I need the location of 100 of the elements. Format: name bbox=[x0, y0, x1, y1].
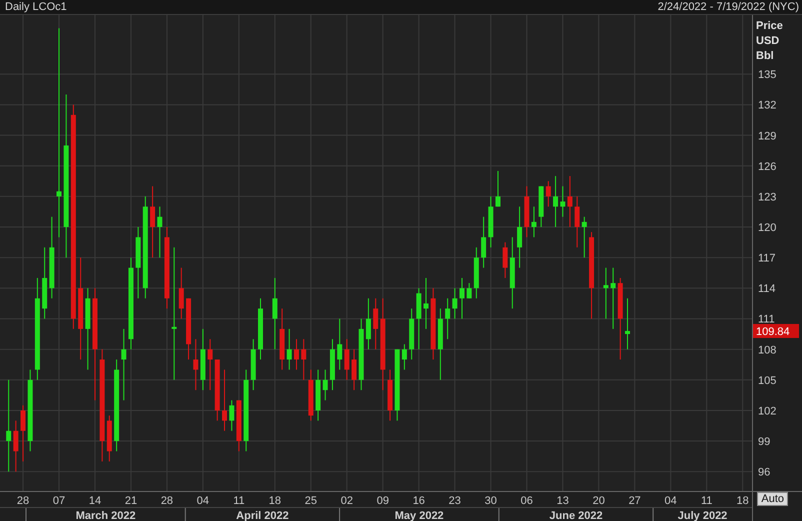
rising-candle bbox=[330, 338, 335, 391]
month-label: July 2022 bbox=[678, 510, 728, 521]
y-tick-label: 117 bbox=[758, 252, 776, 265]
date-range: 2/24/2022 - 7/19/2022 (NYC) bbox=[658, 0, 799, 14]
y-tick-label: 108 bbox=[758, 344, 776, 356]
falling-candle bbox=[222, 369, 228, 432]
falling-candle bbox=[524, 186, 530, 238]
last-price-tag: 109.84 bbox=[753, 324, 799, 338]
rising-candle bbox=[229, 400, 234, 432]
rising-candle bbox=[286, 328, 292, 370]
x-tick-label: 09 bbox=[376, 495, 389, 507]
y-tick-label: 129 bbox=[758, 130, 776, 142]
rising-candle bbox=[157, 206, 162, 258]
rising-candle bbox=[538, 186, 544, 228]
falling-candle bbox=[301, 338, 306, 380]
month-label: May 2022 bbox=[394, 510, 444, 521]
x-tick-label: 25 bbox=[304, 495, 317, 507]
x-tick-label: 18 bbox=[268, 495, 282, 507]
x-tick-label: 28 bbox=[160, 495, 174, 507]
x-tick-label: 23 bbox=[448, 495, 461, 507]
x-tick-label: 18 bbox=[736, 495, 749, 507]
rising-candle bbox=[560, 186, 566, 218]
x-tick-label: 02 bbox=[340, 495, 353, 507]
rising-candle bbox=[258, 298, 263, 360]
falling-candle bbox=[294, 338, 299, 370]
month-label: June 2022 bbox=[549, 510, 603, 521]
chart-title: Daily LCOc1 bbox=[5, 0, 67, 14]
rising-candle bbox=[474, 246, 479, 299]
falling-candle bbox=[13, 420, 18, 472]
x-tick-label: 04 bbox=[196, 495, 210, 507]
x-tick-label: 11 bbox=[700, 495, 712, 507]
rising-candle bbox=[200, 328, 206, 391]
falling-candle bbox=[574, 196, 580, 248]
y-tick-label: 105 bbox=[758, 374, 776, 387]
y-tick-label: 126 bbox=[758, 160, 776, 173]
falling-candle bbox=[344, 338, 350, 380]
auto-scale-button[interactable]: Auto bbox=[757, 492, 788, 506]
y-tick-label: 102 bbox=[758, 405, 776, 418]
falling-candle bbox=[388, 369, 393, 422]
rising-candle bbox=[625, 298, 630, 350]
axis-title: USD bbox=[756, 35, 780, 47]
falling-candle bbox=[178, 267, 184, 320]
y-tick-label: 123 bbox=[758, 191, 776, 204]
rising-candle bbox=[460, 277, 464, 320]
x-tick-label: 13 bbox=[556, 495, 569, 507]
y-tick-label: 135 bbox=[758, 69, 776, 82]
rising-candle bbox=[366, 298, 371, 350]
x-tick-label: 28 bbox=[16, 495, 30, 507]
y-tick-label: 99 bbox=[758, 436, 770, 448]
falling-candle bbox=[214, 359, 220, 422]
x-tick-label: 04 bbox=[664, 495, 677, 507]
rising-candle bbox=[517, 206, 522, 268]
x-tick-label: 20 bbox=[592, 495, 605, 507]
falling-candle bbox=[106, 415, 112, 462]
falling-candle bbox=[373, 298, 378, 350]
rising-candle bbox=[250, 338, 256, 391]
falling-candle bbox=[20, 404, 26, 462]
rising-candle bbox=[316, 369, 321, 422]
month-label: March 2022 bbox=[76, 510, 136, 521]
rising-candle bbox=[495, 170, 500, 208]
y-tick-label: 96 bbox=[758, 466, 770, 479]
falling-candle bbox=[186, 298, 192, 360]
falling-candle bbox=[546, 180, 551, 208]
month-label: April 2022 bbox=[236, 510, 289, 521]
x-tick-label: 11 bbox=[233, 495, 245, 507]
y-tick-label: 120 bbox=[758, 222, 776, 234]
axis-title: Bbl bbox=[756, 50, 774, 62]
rising-candle bbox=[481, 216, 486, 268]
x-tick-label: 21 bbox=[124, 495, 138, 507]
falling-candle bbox=[308, 369, 314, 422]
rising-candle bbox=[322, 369, 328, 401]
x-tick-label: 30 bbox=[484, 495, 497, 507]
falling-candle bbox=[567, 176, 572, 228]
x-tick-label: 07 bbox=[52, 495, 66, 507]
y-tick-label: 114 bbox=[758, 283, 776, 296]
axis-title: Price bbox=[756, 20, 783, 32]
falling-candle bbox=[236, 400, 242, 452]
falling-candle bbox=[193, 338, 198, 391]
rising-candle bbox=[603, 267, 608, 320]
x-tick-label: 16 bbox=[412, 495, 425, 507]
rising-candle bbox=[553, 176, 558, 228]
y-tick-label: 132 bbox=[758, 100, 776, 112]
rising-candle bbox=[452, 288, 458, 320]
rising-candle bbox=[409, 308, 414, 360]
rising-candle bbox=[337, 318, 342, 370]
y-tick-label: 111 bbox=[758, 314, 775, 326]
rising-candle bbox=[402, 344, 407, 370]
rising-candle bbox=[488, 196, 494, 248]
x-tick-label: 27 bbox=[628, 495, 641, 507]
rising-candle bbox=[466, 282, 472, 299]
falling-candle bbox=[502, 242, 508, 278]
rising-candle bbox=[424, 277, 429, 330]
x-tick-label: 06 bbox=[520, 495, 533, 507]
falling-candle bbox=[280, 308, 285, 370]
x-tick-label: 14 bbox=[88, 495, 102, 507]
rising-candle bbox=[416, 288, 422, 350]
falling-candle bbox=[352, 348, 357, 391]
rising-candle bbox=[582, 216, 587, 258]
falling-candle bbox=[208, 338, 213, 391]
rising-candle bbox=[610, 267, 616, 330]
